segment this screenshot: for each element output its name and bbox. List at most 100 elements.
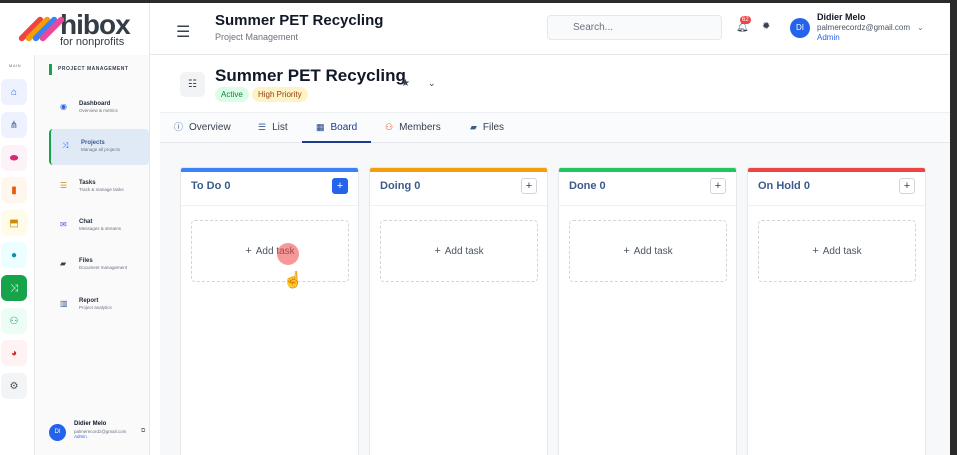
star-icon[interactable]: ★ (401, 78, 410, 89)
search-input[interactable]: Search... (547, 15, 722, 40)
sidebar-item-desc: Document management (79, 265, 128, 271)
sidebar-item-label: Projects (81, 140, 105, 146)
app-window: hibox for nonprofits ☰ Summer PET Recycl… (0, 0, 957, 455)
divider (559, 205, 736, 206)
tab-files[interactable]: ▰ Files (470, 113, 504, 143)
user-name: Didier Melo (74, 421, 107, 427)
add-task-button[interactable]: + (710, 178, 726, 194)
plus-icon: + (623, 245, 630, 257)
project-tabs: ⓘ Overview ☰ List ▦ Board ⚇ Members ▰ Files (160, 113, 950, 143)
kanban-board: To Do 0 + + Add task ☝ Doing 0 + + Add tas… (160, 143, 950, 455)
logo-text: hibox for nonprofits (60, 10, 131, 48)
project-title: Summer PET Recycling (215, 66, 406, 85)
add-task-label: Add task (822, 246, 862, 257)
top-header: ☰ Summer PET Recycling Project Managemen… (150, 3, 950, 55)
add-task-placeholder[interactable]: + Add task (758, 220, 916, 282)
sidebar-item-desc: Project analytics (79, 305, 112, 311)
sidebar-item-desc: Messages & streams (79, 226, 122, 232)
list-icon: ☰ (258, 122, 267, 132)
user-info[interactable]: Didier Melo palmerecordz@gmail.com Admin (817, 12, 910, 43)
list-icon: ☷ (180, 72, 205, 97)
tab-overview[interactable]: ⓘ Overview (174, 113, 231, 143)
add-task-button[interactable]: + (899, 178, 915, 194)
tab-board[interactable]: ▦ Board (302, 113, 372, 143)
theme-toggle-icon[interactable]: ✹ (762, 21, 770, 32)
avatar[interactable]: DI (790, 18, 810, 38)
sub-sidebar-heading: PROJECT MANAGEMENT (49, 64, 128, 75)
add-task-button[interactable]: + (521, 178, 537, 194)
status-badge: Active (215, 87, 249, 102)
sidebar-item-desc: Track & manage tasks (79, 187, 124, 193)
plus-icon: + (812, 245, 819, 257)
add-task-placeholder[interactable]: + Add task (380, 220, 538, 282)
divider (181, 205, 358, 206)
circle-icon[interactable]: ● (1, 242, 27, 268)
sidebar-item-report[interactable]: ▥ Report Project analytics (49, 287, 149, 323)
user-email: palmerecordz@gmail.com (817, 23, 911, 33)
tab-label: List (272, 122, 288, 133)
avatar: DI (49, 424, 66, 441)
gear-icon[interactable]: ⚙ (1, 373, 27, 399)
plus-icon: + (245, 245, 252, 257)
sidebar-item-desc: Manage all projects (81, 147, 121, 153)
members-icon: ⚇ (385, 122, 394, 132)
sidebar-item-dashboard[interactable]: ◉ Dashboard Overview & metrics (49, 90, 149, 126)
tab-label: Overview (189, 122, 231, 133)
user-role: Admin (74, 434, 87, 440)
column-color-bar (559, 168, 736, 172)
sidebar-item-projects[interactable]: ⤨ Projects Manage all projects (49, 129, 149, 165)
tab-list[interactable]: ☰ List (258, 113, 288, 143)
add-task-label: Add task (633, 246, 673, 257)
divider (748, 205, 925, 206)
sidebar-item-chat[interactable]: ✉ Chat Messages & streams (49, 208, 149, 244)
user-name: Didier Melo (817, 12, 866, 22)
sidebar-item-tasks[interactable]: ☰ Tasks Track & manage tasks (49, 169, 149, 205)
chart-pie-icon[interactable]: ◕ (1, 340, 27, 366)
user-role: Admin (817, 33, 840, 43)
projects-icon: ⤨ (62, 141, 69, 150)
add-task-button[interactable]: + (332, 178, 348, 194)
home-icon[interactable]: ⌂ (1, 79, 27, 105)
hand-cursor-icon: ☝ (283, 272, 303, 289)
sidebar-item-label: Chat (79, 219, 93, 225)
plus-icon: + (434, 245, 441, 257)
column-title: Done 0 (569, 180, 606, 192)
rail-label: MAIN (9, 63, 21, 68)
tab-label: Board (330, 122, 358, 133)
dashboard-icon: ◉ (60, 102, 67, 111)
folder-icon: ▰ (470, 122, 477, 132)
external-link-icon[interactable]: ⧉ (141, 428, 145, 435)
header-subtitle: Project Management (215, 32, 299, 42)
info-icon: ⓘ (174, 122, 184, 132)
board-column-doing: Doing 0 + + Add task (369, 167, 548, 455)
sidebar-user[interactable]: DI Didier Melo palmerecordz@gmail.com Ad… (49, 421, 154, 455)
logo-mark-icon (17, 13, 66, 45)
graduation-icon[interactable]: ⬒ (1, 210, 27, 236)
logo[interactable]: hibox for nonprofits (0, 3, 150, 55)
priority-badge: High Priority (252, 87, 308, 102)
add-task-placeholder[interactable]: + Add task ☝ (191, 220, 349, 289)
chevron-down-icon[interactable]: ⌄ (428, 78, 436, 89)
board-icon: ▦ (316, 122, 325, 132)
column-title: On Hold 0 (758, 180, 810, 192)
tab-members[interactable]: ⚇ Members (385, 113, 441, 143)
sidebar-user-info: Didier Melo palmerecordz@gmail.com Admin (74, 421, 126, 440)
column-color-bar (748, 168, 925, 172)
menu-toggle-icon[interactable]: ☰ (176, 22, 190, 42)
folder-icon: ▰ (60, 259, 67, 268)
capsule-icon[interactable]: ⬬ (1, 145, 27, 171)
add-task-placeholder[interactable]: + Add task (569, 220, 727, 282)
projects-icon[interactable]: ⤨ (1, 275, 27, 301)
sub-sidebar: PROJECT MANAGEMENT ◉ Dashboard Overview … (35, 55, 150, 455)
board-column-todo: To Do 0 + + Add task ☝ (180, 167, 359, 455)
column-color-bar (370, 168, 547, 172)
sitemap-icon[interactable]: ⋔ (1, 112, 27, 138)
icon-rail: MAIN ⌂ ⋔ ⬬ ▮ ⬒ ● ⤨ ⚇ ◕ ⚙ (0, 55, 35, 455)
tasks-icon: ☰ (60, 181, 68, 190)
column-title: To Do 0 (191, 180, 231, 192)
book-icon[interactable]: ▮ (1, 177, 27, 203)
sidebar-item-files[interactable]: ▰ Files Document management (49, 247, 149, 283)
chevron-down-icon[interactable]: ⌄ (917, 23, 924, 32)
sidebar-item-label: Dashboard (79, 101, 111, 107)
users-icon[interactable]: ⚇ (1, 308, 27, 334)
